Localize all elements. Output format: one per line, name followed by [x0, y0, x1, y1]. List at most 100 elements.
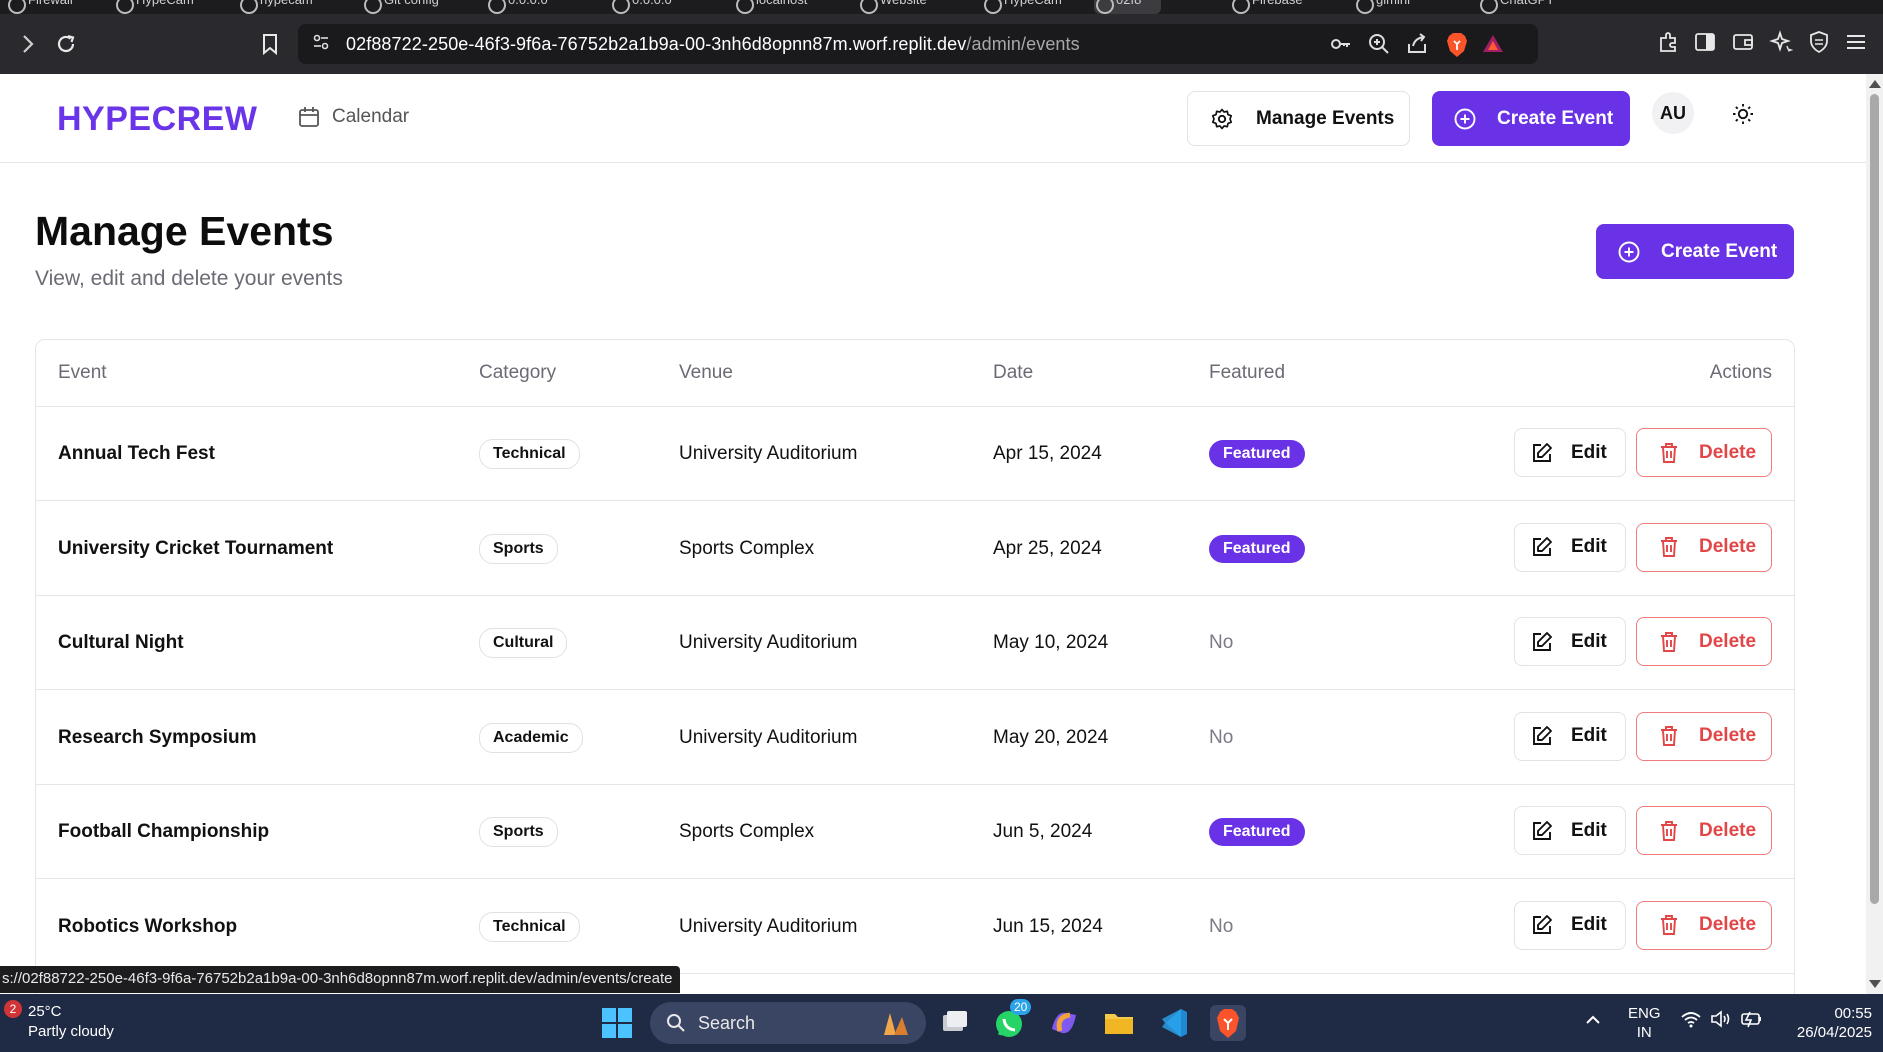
wifi-icon[interactable] [1680, 1010, 1702, 1033]
sidebar-icon[interactable] [1691, 30, 1719, 58]
language-line-1: ENG [1628, 1005, 1661, 1022]
delete-button[interactable]: Delete [1636, 428, 1772, 477]
site-settings-icon[interactable] [312, 33, 330, 56]
table-row: Football Championship Sports Sports Comple… [36, 785, 1794, 879]
event-name: Cultural Night [58, 632, 184, 653]
browser-tab[interactable]: Firewall [6, 0, 73, 14]
manage-events-label: Manage Events [1256, 107, 1395, 129]
scroll-down-arrow[interactable] [1869, 980, 1881, 988]
taskbar-search[interactable]: Search [650, 1002, 926, 1044]
theme-toggle-button[interactable] [1726, 97, 1760, 131]
copilot-icon[interactable] [1046, 1005, 1082, 1041]
edit-button[interactable]: Edit [1514, 522, 1626, 572]
delete-button[interactable]: Delete [1636, 617, 1772, 666]
menu-icon[interactable] [1842, 30, 1870, 58]
brave-shields-icon[interactable] [1444, 32, 1470, 58]
edit-button[interactable]: Edit [1514, 428, 1626, 477]
task-view-icon[interactable] [937, 1005, 973, 1041]
brand-logo[interactable]: HYPECREW [57, 100, 257, 139]
vscode-icon[interactable] [1156, 1005, 1192, 1041]
edit-label: Edit [1571, 819, 1607, 841]
delete-button[interactable]: Delete [1636, 522, 1772, 572]
reload-icon[interactable] [46, 14, 86, 74]
browser-tab[interactable]: 0.0.0.0 [486, 0, 548, 14]
battery-icon[interactable] [1740, 1010, 1764, 1033]
category-chip: Technical [479, 439, 580, 469]
browser-tab-strip: Firewall HypeCam hypecam Git config 0.0.0.0 0… [0, 0, 1883, 14]
password-key-icon[interactable] [1328, 32, 1354, 58]
vpn-icon[interactable] [1805, 30, 1833, 58]
leo-ai-icon[interactable] [1767, 30, 1795, 58]
address-url[interactable]: 02f88722-250e-46f3-9f6a-76752b2a1b9a-00-… [346, 34, 1080, 55]
address-bar[interactable]: 02f88722-250e-46f3-9f6a-76752b2a1b9a-00-… [298, 24, 1538, 64]
trash-icon [1661, 631, 1677, 652]
trash-icon [1661, 537, 1677, 557]
whatsapp-icon[interactable]: 20 [992, 999, 1032, 1041]
browser-tab[interactable]: ChatGPT [1478, 0, 1554, 14]
create-event-button[interactable]: Create Event [1596, 224, 1794, 279]
header-date[interactable]: Date [993, 362, 1033, 384]
nav-create-event-button[interactable]: Create Event [1432, 91, 1630, 146]
edit-button[interactable]: Edit [1514, 900, 1626, 950]
language-indicator[interactable]: ENG IN [1628, 1004, 1661, 1042]
edit-button[interactable]: Edit [1514, 711, 1626, 761]
wallet-icon[interactable] [1729, 30, 1757, 58]
extensions-icon[interactable] [1655, 30, 1683, 58]
browser-tab[interactable]: gimini [1354, 0, 1410, 14]
forward-icon[interactable] [8, 14, 48, 74]
manage-events-button[interactable]: Manage Events [1187, 91, 1410, 146]
category-chip: Academic [479, 722, 583, 753]
user-avatar[interactable]: AU [1652, 92, 1694, 134]
page-title: Manage Events [35, 208, 334, 254]
event-name: University Cricket Tournament [58, 537, 334, 559]
category-chip: Cultural [479, 628, 568, 658]
browser-tab[interactable]: HypeCam [982, 0, 1062, 14]
venue-text: University Auditorium [679, 632, 858, 653]
file-explorer-icon[interactable] [1101, 1005, 1137, 1041]
header-venue[interactable]: Venue [679, 362, 733, 384]
browser-tab[interactable]: 0.0.0.0 [610, 0, 672, 14]
page-scrollbar[interactable] [1866, 74, 1883, 994]
browser-tab[interactable]: Website [858, 0, 927, 14]
browser-tab[interactable]: hypecam [238, 0, 313, 14]
venue-text: University Auditorium [679, 915, 858, 937]
clock[interactable]: 00:55 26/04/2025 [1780, 1004, 1872, 1042]
header-category[interactable]: Category [479, 362, 556, 384]
browser-tab[interactable]: 02f8 [1094, 0, 1162, 14]
share-icon[interactable] [1404, 32, 1430, 58]
event-name: Robotics Workshop [58, 915, 238, 937]
windows-start-icon[interactable] [602, 1008, 632, 1038]
zoom-icon[interactable] [1366, 32, 1392, 58]
edit-button[interactable]: Edit [1514, 617, 1626, 666]
scrollbar-thumb[interactable] [1870, 94, 1879, 904]
brave-rewards-icon[interactable] [1480, 32, 1506, 58]
url-host: 02f88722-250e-46f3-9f6a-76752b2a1b9a-00-… [346, 34, 967, 54]
browser-tab[interactable]: Firebase [1230, 0, 1303, 14]
edit-icon [1533, 631, 1552, 651]
weather-widget[interactable]: 2 25°C Partly cloudy [4, 1000, 114, 1042]
brave-browser-icon[interactable] [1210, 1005, 1246, 1041]
delete-button[interactable]: Delete [1636, 900, 1772, 950]
featured-badge: Featured [1209, 440, 1305, 468]
header-actions: Actions [1709, 362, 1772, 383]
bookmark-icon[interactable] [250, 14, 290, 74]
date-text: Jun 5, 2024 [993, 821, 1093, 842]
delete-label: Delete [1699, 914, 1757, 935]
volume-icon[interactable] [1710, 1010, 1732, 1033]
header-featured[interactable]: Featured [1209, 362, 1285, 384]
browser-tab[interactable]: localhost [734, 0, 807, 14]
delete-label: Delete [1699, 536, 1757, 557]
featured-badge: Featured [1209, 534, 1305, 563]
edit-button[interactable]: Edit [1514, 806, 1626, 855]
delete-button[interactable]: Delete [1636, 711, 1772, 761]
calendar-link[interactable]: Calendar [298, 106, 409, 128]
weather-notification-badge: 2 [4, 1000, 22, 1018]
browser-tab[interactable]: Git config [362, 0, 439, 14]
show-hidden-icons[interactable] [1584, 1012, 1602, 1031]
delete-label: Delete [1699, 725, 1757, 746]
browser-tab[interactable]: HypeCam [114, 0, 194, 14]
scroll-up-arrow[interactable] [1869, 80, 1881, 88]
header-event[interactable]: Event [58, 362, 107, 384]
delete-button[interactable]: Delete [1636, 806, 1772, 855]
date-text: Apr 15, 2024 [993, 443, 1102, 464]
